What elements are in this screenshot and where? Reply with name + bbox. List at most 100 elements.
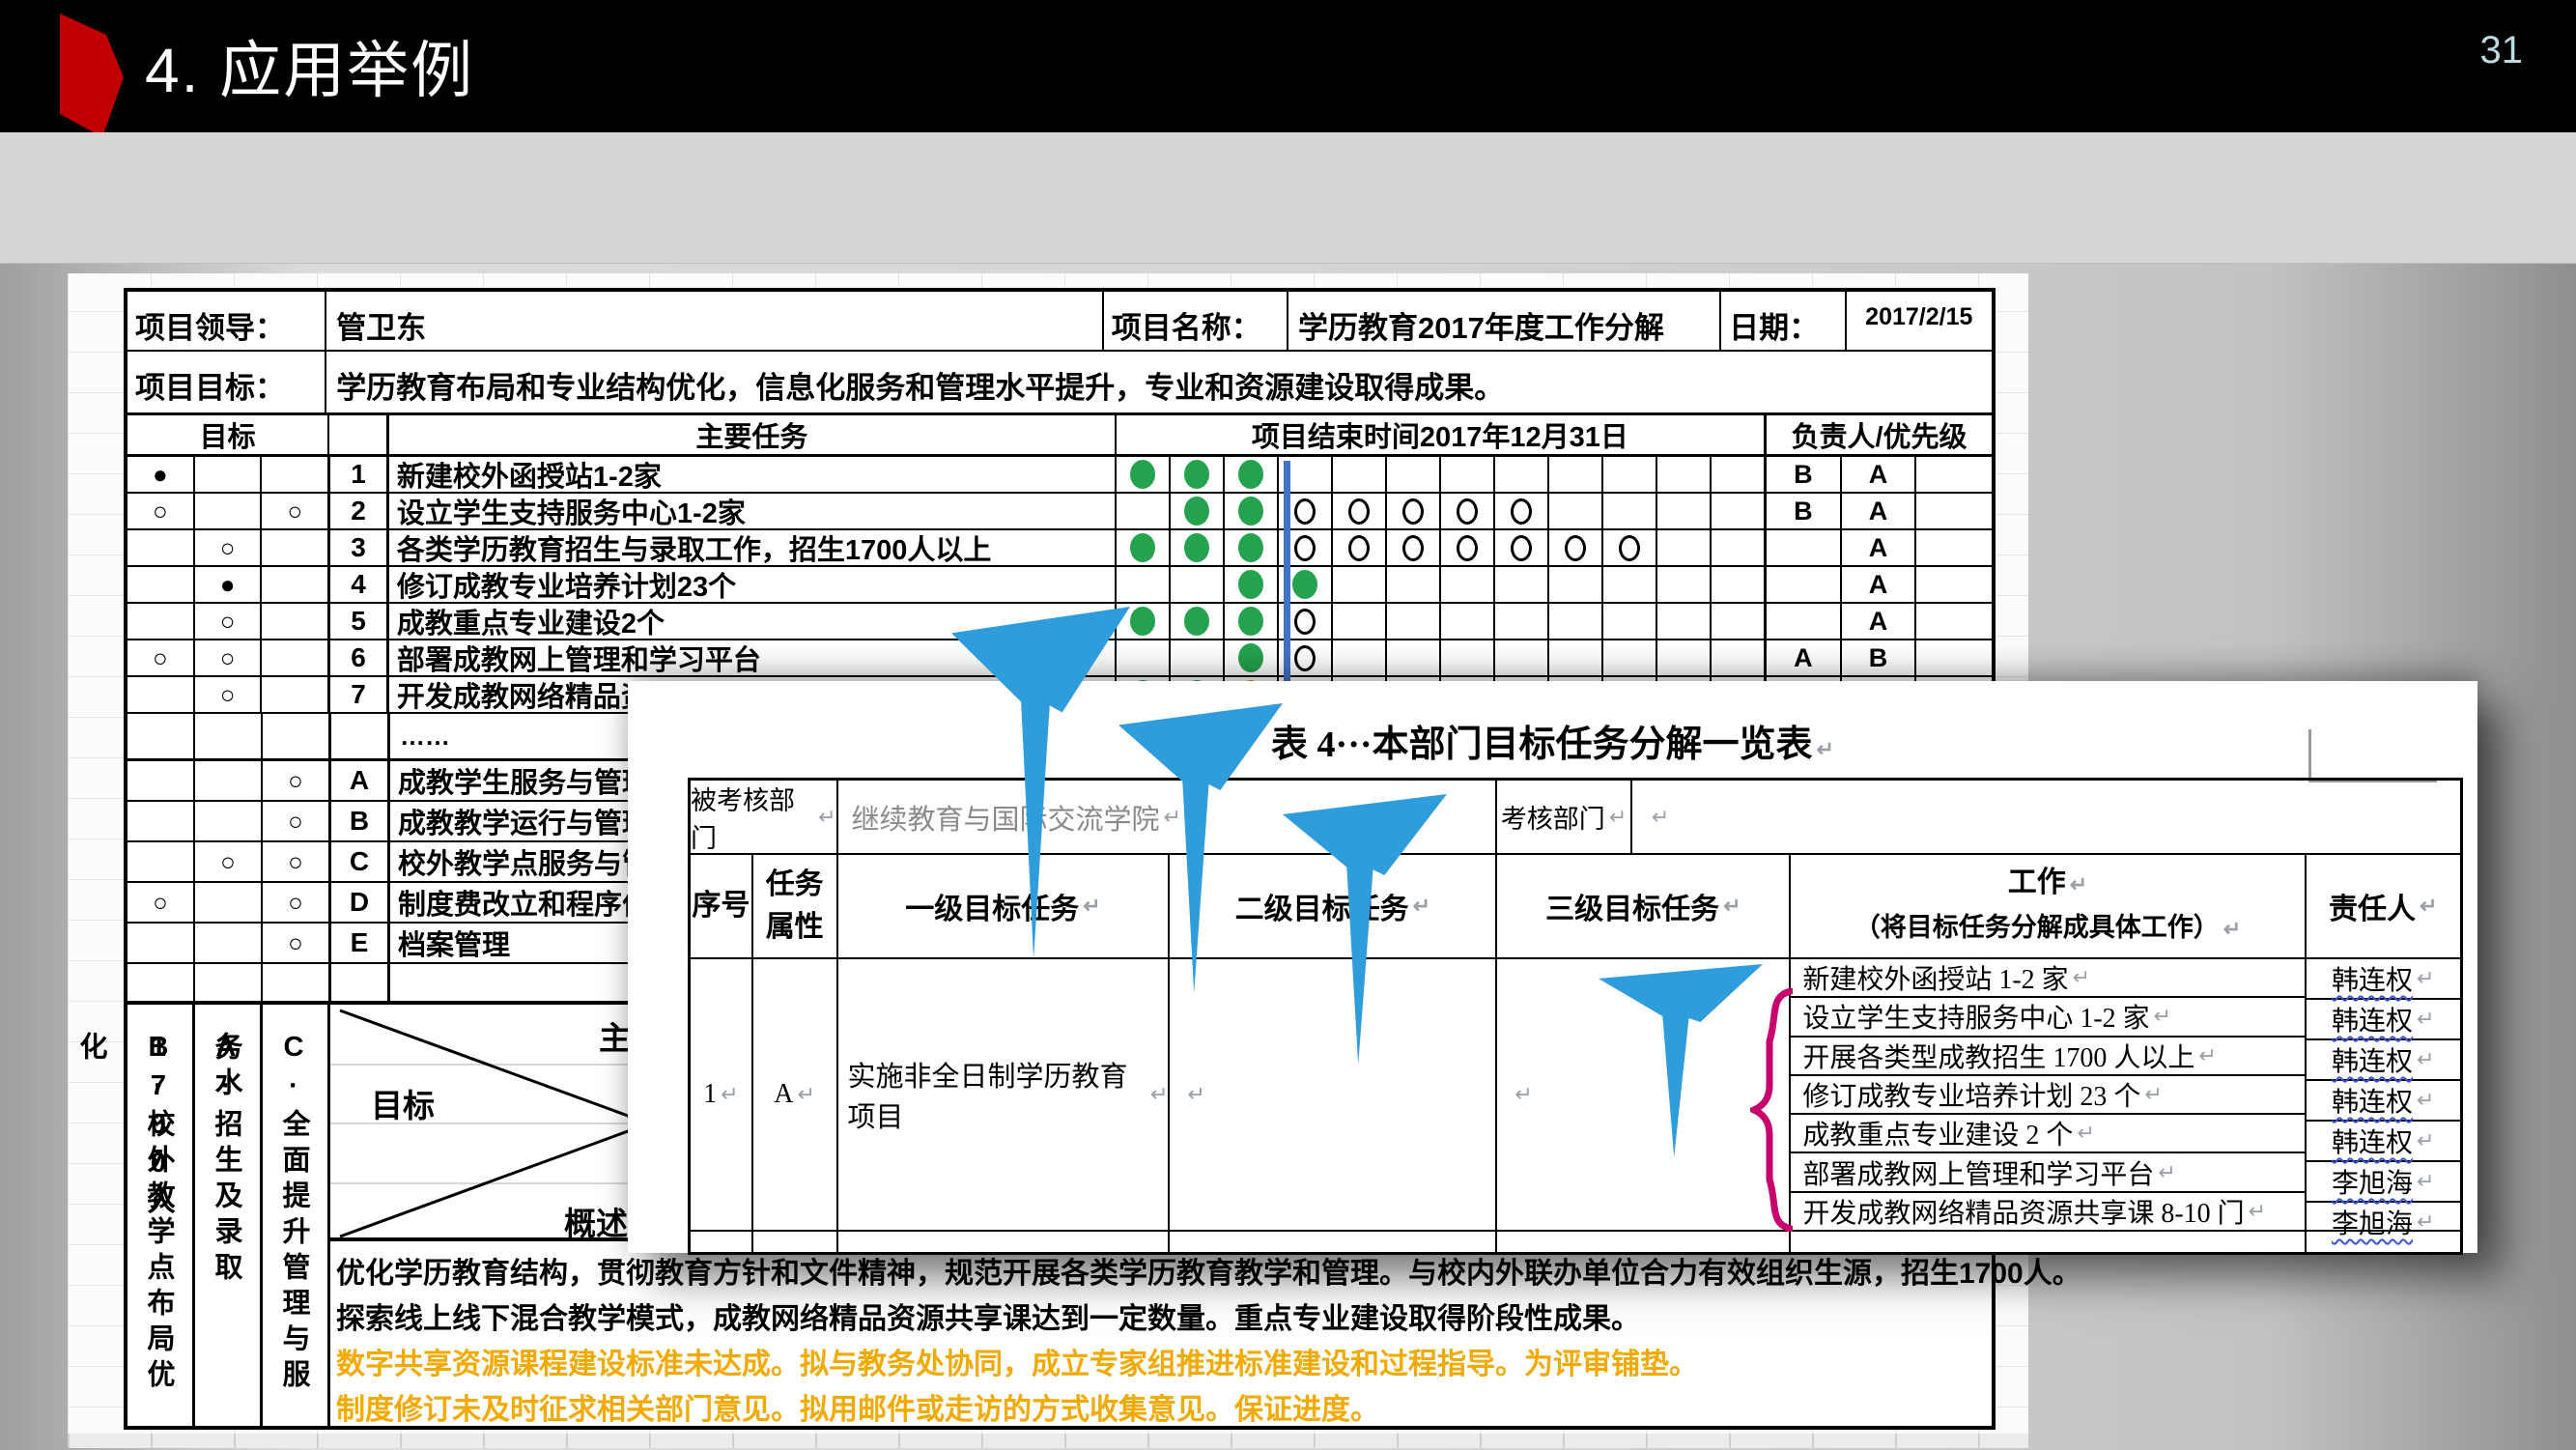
project-value: 学历教育2017年度工作分解 <box>1288 292 1721 350</box>
pilcrow-mark: ↵ <box>2417 1169 2434 1194</box>
month-cell <box>1387 604 1441 639</box>
month-cell <box>1225 494 1279 528</box>
owners-column: 韩连权↵韩连权↵韩连权↵韩连权↵韩连权↵李旭海↵李旭海↵ <box>2307 959 2460 1230</box>
hollow-goal-mark: ○ <box>288 847 303 877</box>
col-work-text: 工作 <box>2008 867 2066 898</box>
pilcrow-mark: ↵ <box>2070 872 2087 896</box>
work-item: 部署成教网上管理和学习平台↵ <box>1791 1153 2304 1192</box>
owner-priority-cell <box>1767 530 1842 565</box>
pilcrow-mark: ↵ <box>1609 805 1627 830</box>
summary-issue-line: 数字共享资源课程建设标准未达成。拟与教务处协同，成立专家组推进标准建设和过程指导… <box>336 1342 1988 1387</box>
owner-priority-cell: A <box>1842 457 1917 492</box>
month-cell <box>1387 494 1441 528</box>
goal-mark-cell <box>262 604 329 639</box>
work-item: 设立学生支持服务中心 1-2 家↵ <box>1791 998 2304 1037</box>
month-cell <box>1549 604 1603 639</box>
task-id: 4 <box>329 567 389 602</box>
hollow-dot <box>1294 535 1316 561</box>
hollow-goal-mark: ○ <box>153 643 168 673</box>
pilcrow-mark: ↵ <box>2417 1128 2434 1153</box>
task-id: 5 <box>329 604 389 639</box>
dept-label-cell: 被考核部门↵ <box>691 781 838 853</box>
month-cell <box>1333 494 1387 528</box>
goal-mark-cell: ○ <box>263 761 330 800</box>
task-id: 2 <box>329 494 389 528</box>
month-cell <box>1603 604 1657 639</box>
hollow-goal-mark: ○ <box>287 497 302 526</box>
gantt-cells <box>1117 457 1767 492</box>
month-cell <box>1603 494 1657 528</box>
pilcrow-mark: ↵ <box>1187 1082 1204 1107</box>
task-id: D <box>330 883 390 922</box>
month-cell <box>1712 567 1764 602</box>
month-cell <box>1549 494 1603 528</box>
green-dot <box>1184 460 1209 489</box>
hollow-dot <box>1619 535 1640 561</box>
month-cell <box>1387 457 1441 492</box>
month-cell <box>1657 640 1712 675</box>
month-cell <box>1171 604 1225 639</box>
green-dot <box>1184 533 1209 562</box>
owner-priority-cell: A <box>1842 604 1917 639</box>
pilcrow-mark: ↵ <box>2223 917 2241 941</box>
pilcrow-mark: ↵ <box>2417 1047 2434 1072</box>
header-goal: 目标 <box>127 415 329 454</box>
goal-mark-cell: ○ <box>127 640 195 675</box>
div-element <box>263 714 330 758</box>
goal-mark-cell <box>262 677 329 712</box>
month-cell <box>1657 530 1712 565</box>
col-attr: 任务属性 <box>753 855 838 957</box>
div-element <box>330 714 390 758</box>
leader-label: 项目领导： <box>127 292 326 350</box>
div-element <box>838 1232 1171 1252</box>
pilcrow-mark: ↵ <box>2154 1004 2171 1029</box>
month-cell <box>1657 604 1712 639</box>
gantt-cells <box>1117 640 1767 675</box>
month-cell <box>1171 457 1225 492</box>
excel-bottom-cells <box>68 1434 2028 1448</box>
hollow-dot <box>1402 535 1424 561</box>
hollow-goal-mark: ○ <box>153 497 168 526</box>
col-work-main: 工作↵ <box>2008 862 2087 906</box>
hollow-dot <box>1565 535 1586 561</box>
body-attr: A <box>774 1079 793 1110</box>
hollow-dot <box>1348 535 1370 561</box>
pilcrow-mark: ↵ <box>2198 1043 2216 1068</box>
goal-mark-cell: ● <box>195 567 263 602</box>
hollow-goal-mark: ○ <box>220 680 236 710</box>
month-cell <box>1603 530 1657 565</box>
body-no-cell: 1↵ <box>691 959 753 1230</box>
task-id: A <box>330 761 390 800</box>
month-cell <box>1387 640 1441 675</box>
div-element <box>195 964 263 1001</box>
gantt-cells <box>1117 494 1767 528</box>
owner-priority-cell: B <box>1767 457 1842 492</box>
month-cell <box>1603 457 1657 492</box>
goal-mark-cell <box>262 530 329 565</box>
goal-mark-cell <box>127 924 195 962</box>
grid-header-row: 目标 主要任务 项目结束时间2017年12月31日 负责人/优先级 <box>127 415 1992 457</box>
gantt-cells <box>1117 567 1767 602</box>
month-cell <box>1441 530 1495 565</box>
goal-mark-cell <box>195 883 263 922</box>
month-cell <box>1387 567 1441 602</box>
owner-priority-cell <box>1916 457 1992 492</box>
info-row: 项目领导： 管卫东 项目名称： 学历教育2017年度工作分解 日期： 2017/… <box>127 292 1992 352</box>
subtitle-band: •举个例子 <box>0 132 2576 264</box>
pilcrow-mark: ↵ <box>798 1082 815 1107</box>
assessor-label-cell: 考核部门↵ <box>1497 781 1632 853</box>
summary-line: 优化学历教育结构，贯彻教育方针和文件精神，规范开展各类学历教育教学和管理。与校内… <box>336 1251 1988 1296</box>
goal-mark-cell <box>127 604 195 639</box>
div-element <box>330 964 390 1001</box>
goal-mark-cell <box>262 457 329 492</box>
col-level3-text: 三级目标任务 <box>1545 885 1719 927</box>
work-item: 开展各类型成教招生 1700 人以上↵ <box>1791 1038 2304 1076</box>
goal-mark-cell <box>195 494 263 528</box>
goal-mark-cell <box>262 567 329 602</box>
hollow-dot <box>1457 535 1478 561</box>
hollow-goal-mark: ○ <box>153 888 168 918</box>
hollow-goal-mark: ○ <box>220 607 236 637</box>
goal-mark-cell <box>262 640 329 675</box>
month-cell <box>1712 494 1764 528</box>
hollow-goal-mark: ○ <box>288 766 303 796</box>
